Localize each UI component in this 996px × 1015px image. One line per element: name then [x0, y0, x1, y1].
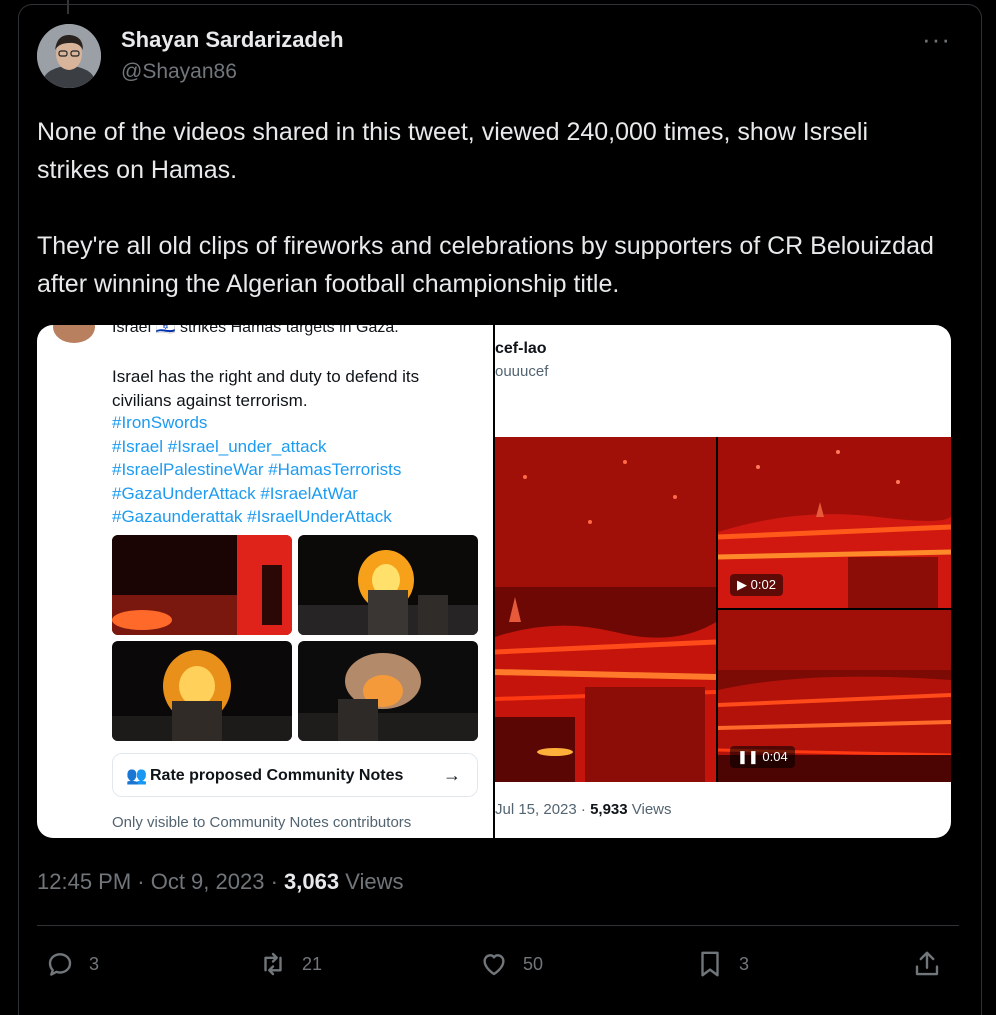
photo-tile[interactable]	[298, 535, 478, 635]
embedded-video-grid: ▶ 0:02 ❚❚ 0:04	[495, 437, 951, 782]
profile-photo	[37, 24, 101, 88]
author-handle[interactable]: @Shayan86	[121, 60, 237, 84]
notes-visibility-text: Only visible to Community Notes contribu…	[112, 814, 412, 831]
video-tile[interactable]: ❚❚ 0:04	[718, 610, 951, 782]
views-label: Views	[339, 869, 404, 894]
embedded-avatar	[53, 325, 95, 343]
pause-icon: ❚❚	[737, 749, 759, 764]
video-time: 0:04	[762, 749, 788, 764]
hashtag-line[interactable]: #Israel #Israel_under_attack	[112, 435, 482, 459]
embedded-views-count: 5,933	[590, 801, 628, 818]
share-icon	[915, 951, 939, 976]
arrow-right-icon: →	[443, 765, 461, 785]
screenshot-left[interactable]: Israel 🇮🇱 strikes Hamas targets in Gaza.…	[37, 325, 493, 838]
retweet-button[interactable]: 21	[258, 946, 322, 982]
hashtag-line[interactable]: #IsraelPalestineWar #HamasTerrorists	[112, 458, 482, 482]
author-name[interactable]: Shayan Sardarizadeh	[121, 27, 344, 53]
heart-icon	[483, 954, 505, 976]
like-count: 50	[523, 953, 544, 974]
screenshot-right[interactable]: cef-lao ouuucef ▶ 0:02 ❚❚ 0:04 Jul 15, 2…	[495, 325, 951, 838]
embedded-views-label: Views	[627, 801, 672, 818]
reply-count: 3	[89, 953, 100, 974]
embedded-date: Jul 15, 2023 ·	[495, 801, 591, 818]
bookmark-button[interactable]: 3	[695, 946, 749, 982]
embedded-photo-grid	[112, 535, 478, 742]
tweet-paragraph: They're all old clips of fireworks and c…	[37, 232, 934, 298]
embedded-top-line: Israel 🇮🇱 strikes Hamas targets in Gaza.	[112, 325, 399, 336]
post-time[interactable]: 12:45 PM · Oct 9, 2023 ·	[37, 869, 284, 894]
hashtag-list: #IronSwords #Israel #Israel_under_attack…	[112, 411, 482, 529]
view-count: 3,063	[284, 869, 340, 894]
play-icon: ▶	[737, 577, 747, 592]
embedded-body: Israel has the right and duty to defend …	[112, 367, 420, 410]
photo-tile[interactable]	[112, 535, 292, 635]
retweet-count: 21	[302, 953, 323, 974]
tweet-text: None of the videos shared in this tweet,…	[37, 113, 937, 341]
video-tile[interactable]	[495, 437, 716, 782]
people-icon: 👥	[126, 766, 148, 785]
video-tile[interactable]: ▶ 0:02	[718, 437, 951, 608]
retweet-icon	[264, 952, 282, 976]
video-duration-badge[interactable]: ❚❚ 0:04	[730, 746, 795, 768]
bookmark-count: 3	[739, 953, 750, 974]
photo-tile[interactable]	[298, 641, 478, 741]
hashtag-line[interactable]: #Gazaunderattak #IsraelUnderAttack	[112, 505, 482, 529]
tweet-paragraph: None of the videos shared in this tweet,…	[37, 118, 868, 184]
photo-tile[interactable]	[112, 641, 292, 741]
like-button[interactable]: 50	[479, 946, 543, 982]
thread-line	[67, 0, 69, 14]
reply-icon	[48, 953, 72, 976]
more-options-icon[interactable]: ···	[922, 24, 951, 55]
video-duration-badge[interactable]: ▶ 0:02	[730, 574, 783, 596]
divider	[37, 925, 959, 926]
rate-community-notes-button[interactable]: 👥 Rate proposed Community Notes →	[112, 753, 478, 797]
tweet-media[interactable]: Israel 🇮🇱 strikes Hamas targets in Gaza.…	[37, 325, 951, 838]
hashtag-line[interactable]: #IronSwords	[112, 411, 482, 435]
embedded-author-name: cef-lao	[495, 340, 547, 357]
embedded-meta: Jul 15, 2023 · 5,933 Views	[495, 801, 672, 818]
tweet-timestamp: 12:45 PM · Oct 9, 2023 · 3,063 Views	[37, 869, 403, 895]
hashtag-line[interactable]: #GazaUnderAttack #IsraelAtWar	[112, 482, 482, 506]
avatar[interactable]	[37, 24, 101, 88]
share-button[interactable]	[912, 946, 942, 982]
video-time: 0:02	[750, 577, 776, 592]
reply-button[interactable]: 3	[45, 946, 99, 982]
bookmark-icon	[701, 951, 719, 977]
embedded-author-handle: ouuucef	[495, 363, 549, 380]
rate-notes-label: Rate proposed Community Notes	[150, 767, 404, 784]
